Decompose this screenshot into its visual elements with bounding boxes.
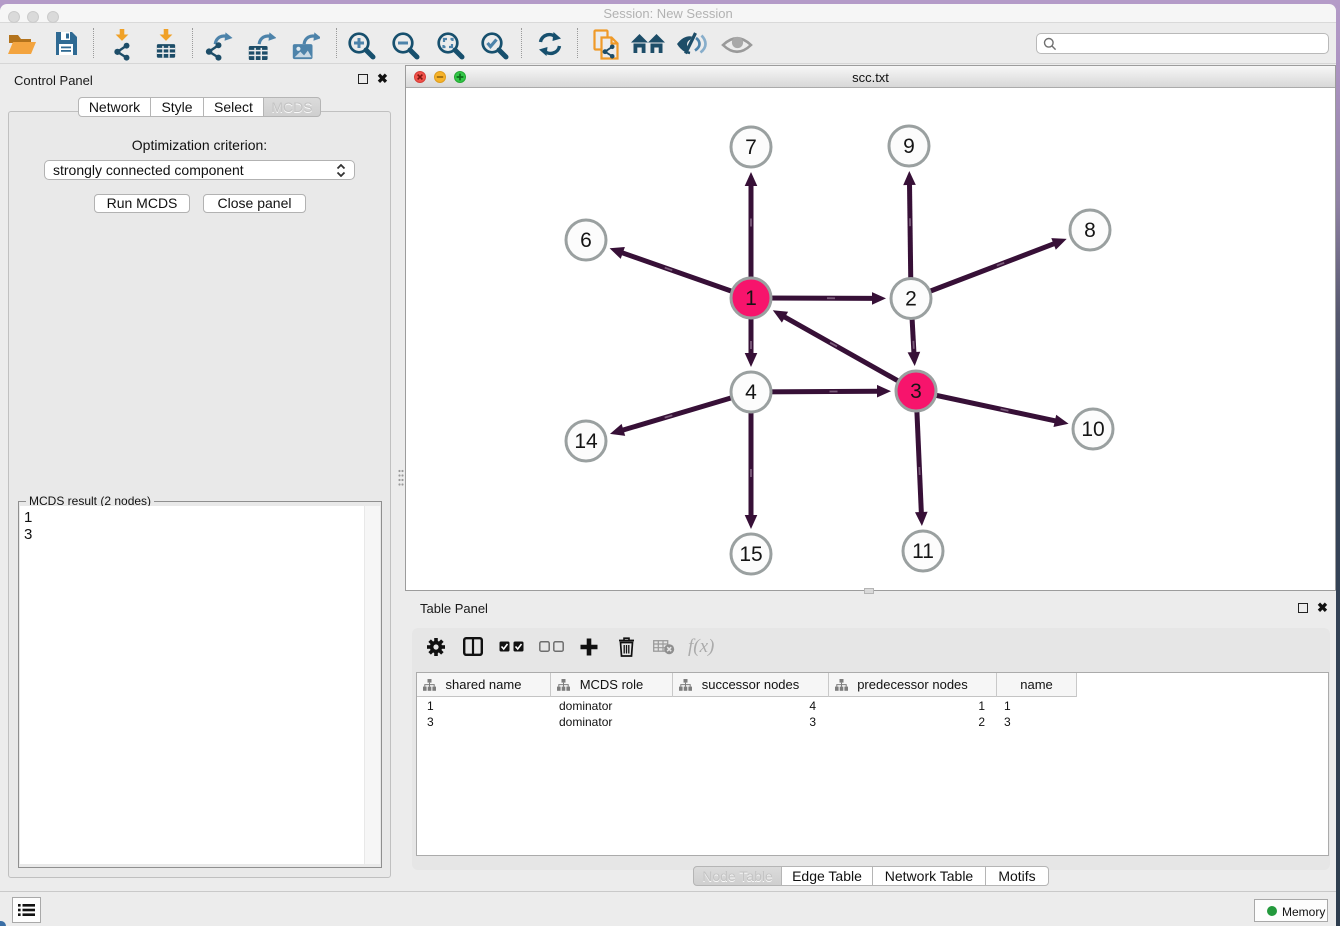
svg-text:7: 7 [745,136,757,159]
svg-text:4: 4 [745,381,757,404]
svg-text:9: 9 [903,135,915,158]
svg-text:2: 2 [905,288,917,311]
svg-text:1: 1 [745,287,757,310]
svg-text:15: 15 [739,543,762,566]
svg-text:14: 14 [574,430,598,453]
svg-text:10: 10 [1081,418,1104,441]
svg-text:6: 6 [580,229,592,252]
svg-text:11: 11 [912,540,934,563]
svg-text:3: 3 [910,380,922,403]
svg-text:8: 8 [1084,219,1096,242]
